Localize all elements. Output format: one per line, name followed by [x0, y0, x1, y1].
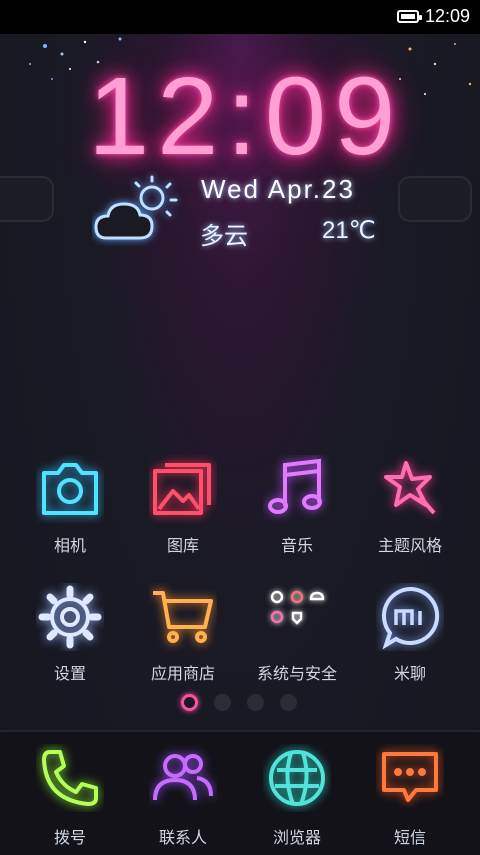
gallery-icon [153, 463, 211, 515]
music-icon [268, 458, 322, 514]
app-gallery[interactable]: 图库 [123, 455, 243, 565]
app-label: 相机 [53, 536, 86, 555]
app-label: 米聊 [393, 664, 426, 683]
app-label: 应用商店 [150, 664, 215, 683]
dock-browser[interactable]: 浏览器 [237, 744, 357, 854]
gear-icon [38, 585, 102, 649]
app-label: 拨号 [53, 828, 86, 847]
message-icon [382, 752, 438, 802]
dock-phone[interactable]: 拨号 [10, 744, 130, 854]
dock-messages[interactable]: 短信 [350, 744, 470, 854]
shopping-cart-icon [153, 591, 213, 643]
app-theme[interactable]: 主题风格 [350, 455, 470, 565]
camera-icon [42, 463, 98, 515]
page-dot-active[interactable] [181, 694, 198, 711]
battery-icon [397, 10, 422, 23]
right-clip-decoration [398, 176, 472, 222]
app-label: 图库 [166, 536, 199, 555]
app-settings[interactable]: 设置 [10, 583, 130, 693]
app-label: 联系人 [158, 828, 207, 847]
lock-date: Wed Apr.23 [201, 174, 355, 204]
app-mi-chat[interactable]: 米聊 [350, 583, 470, 693]
app-label: 短信 [393, 828, 426, 847]
page-dot[interactable] [280, 694, 297, 711]
mi-chat-icon [381, 586, 440, 650]
page-dot[interactable] [214, 694, 231, 711]
dock-contacts[interactable]: 联系人 [123, 744, 243, 854]
page-indicator [0, 694, 480, 714]
status-bar: 12:09 [0, 0, 480, 34]
app-label: 主题风格 [377, 536, 442, 555]
left-clip-decoration [0, 176, 54, 222]
weather-description: 多云 [200, 222, 248, 250]
app-label: 浏览器 [272, 828, 321, 847]
partly-cloudy-icon [94, 175, 178, 240]
contacts-icon [153, 754, 213, 801]
dock: 拨号 联系人 浏览器 短信 [0, 730, 480, 855]
app-camera[interactable]: 相机 [10, 455, 130, 565]
status-time: 12:09 [425, 6, 471, 26]
app-label: 音乐 [280, 536, 313, 555]
lock-clock-time: 12:09 [88, 55, 404, 178]
app-store[interactable]: 应用商店 [123, 583, 243, 693]
page-dot[interactable] [247, 694, 264, 711]
theme-star-icon [384, 461, 436, 515]
app-music[interactable]: 音乐 [237, 455, 357, 565]
app-system-security[interactable]: 系统与安全 [237, 583, 357, 693]
temperature: 21℃ [322, 217, 376, 244]
phone-icon [42, 750, 98, 806]
app-label: 设置 [53, 664, 86, 683]
app-label: 系统与安全 [256, 664, 337, 683]
system-security-icon [270, 590, 325, 625]
browser-globe-icon [269, 750, 325, 806]
